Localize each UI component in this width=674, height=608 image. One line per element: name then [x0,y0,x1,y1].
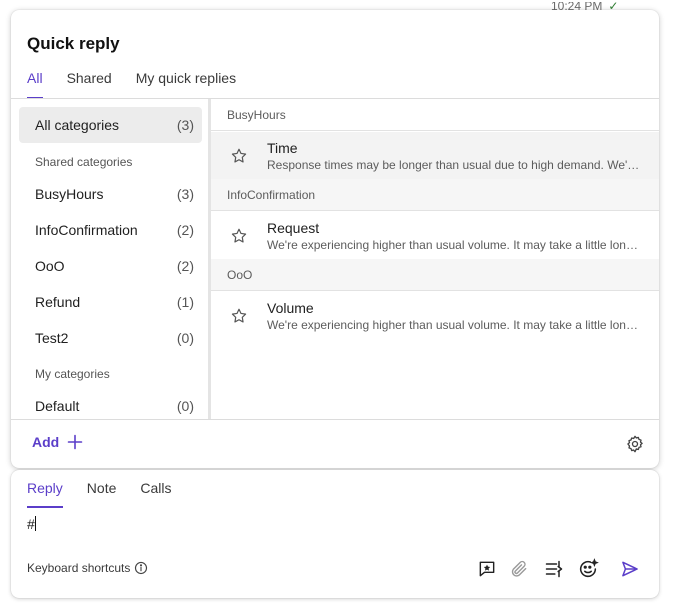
divider [11,419,659,420]
category-count: (2) [176,258,194,274]
quick-reply-item-request[interactable]: Request We're experiencing higher than u… [211,212,659,260]
quick-reply-item-time[interactable]: Time Response times may be longer than u… [211,132,659,180]
check-icon: ✓ [608,2,619,10]
category-label: Default [35,398,80,414]
category-default[interactable]: Default (0) [19,388,202,419]
star-icon[interactable] [211,227,267,245]
star-icon[interactable] [211,147,267,165]
composer-tabs: Reply Note Calls [27,480,196,508]
category-busyhours[interactable]: BusyHours (3) [19,176,202,212]
quick-reply-tabs: All Shared My quick replies [27,70,260,99]
info-icon [135,561,148,575]
add-quick-reply-button[interactable]: Add [32,434,83,450]
category-list: All categories (3) Shared categories Bus… [11,99,210,419]
category-refund[interactable]: Refund (1) [19,284,202,320]
timestamp-text: 10:24 PM [551,2,603,10]
tab-reply[interactable]: Reply [27,480,63,508]
quick-reply-icon[interactable] [476,558,498,580]
text-caret [34,516,36,531]
category-count: (1) [176,294,194,310]
reply-input[interactable]: # [27,516,627,536]
tab-note[interactable]: Note [87,480,117,508]
reply-title: Time [267,140,298,156]
tab-all[interactable]: All [27,70,43,99]
category-label: InfoConfirmation [35,222,138,238]
category-count: (0) [176,330,194,346]
category-count: (3) [176,117,194,133]
category-label: BusyHours [35,186,104,202]
category-count: (3) [176,186,194,202]
reply-description: Response times may be longer than usual … [267,158,641,172]
tab-calls[interactable]: Calls [140,480,171,508]
category-label: All categories [35,117,120,133]
send-icon[interactable] [619,558,641,580]
category-count: (0) [176,398,194,414]
category-ooo[interactable]: OoO (2) [19,248,202,284]
tab-my-quick-replies[interactable]: My quick replies [136,70,236,99]
category-infoconfirmation[interactable]: InfoConfirmation (2) [19,212,202,248]
message-composer: Reply Note Calls # Keyboard shortcuts [11,470,659,598]
group-header-busyhours: BusyHours [211,99,659,131]
star-icon[interactable] [211,307,267,325]
keyboard-shortcuts-label: Keyboard shortcuts [27,561,131,575]
category-label: OoO [35,258,65,274]
category-label: Refund [35,294,81,310]
panel-title: Quick reply [27,34,120,53]
reply-title: Request [267,220,320,236]
message-timestamp: 10:24 PM ✓ [551,2,618,10]
reply-description: We're experiencing higher than usual vol… [267,238,641,252]
add-label: Add [32,434,60,450]
shared-categories-header: Shared categories [35,155,133,169]
attachment-icon[interactable] [508,558,530,580]
ai-assist-icon[interactable] [577,558,599,580]
category-test2[interactable]: Test2 (0) [19,320,202,356]
reply-input-text: # [27,516,35,532]
category-count: (2) [176,222,194,238]
plus-icon [67,434,83,450]
group-header-infoconfirmation: InfoConfirmation [211,179,659,211]
reply-title: Volume [267,300,314,316]
gear-icon[interactable] [625,434,645,459]
quick-reply-panel: Quick reply All Shared My quick replies … [11,10,659,468]
group-header-ooo: OoO [211,259,659,291]
my-categories-header: My categories [35,367,110,381]
keyboard-shortcuts-button[interactable]: Keyboard shortcuts [27,561,148,575]
macro-icon[interactable] [543,558,565,580]
category-label: Test2 [35,330,69,346]
category-all[interactable]: All categories (3) [19,107,202,143]
quick-reply-list: BusyHours Time Response times may be lon… [211,99,659,419]
tab-shared[interactable]: Shared [67,70,112,99]
reply-description: We're experiencing higher than usual vol… [267,318,641,332]
quick-reply-item-volume[interactable]: Volume We're experiencing higher than us… [211,292,659,340]
